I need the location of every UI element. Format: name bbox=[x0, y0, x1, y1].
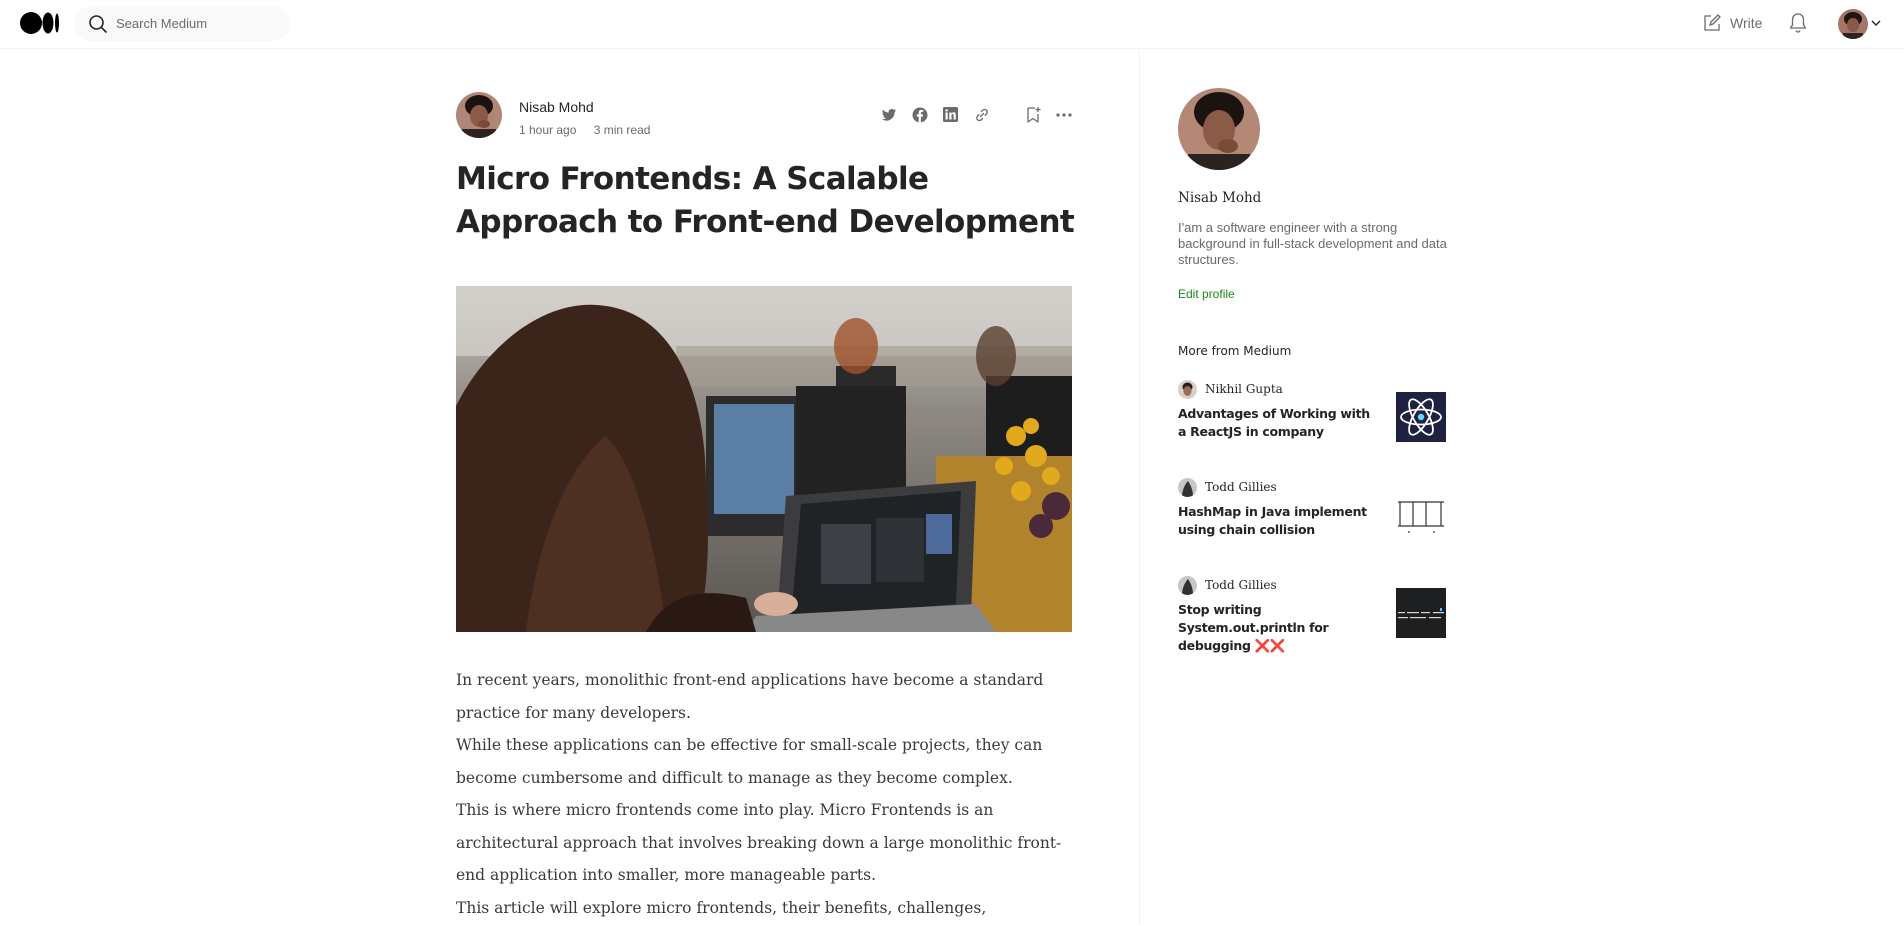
article-title: Micro Frontends: A Scalable Approach to … bbox=[456, 161, 1075, 240]
author-avatar-image bbox=[456, 92, 502, 138]
recommendation-item[interactable]: Nikhil Gupta Advantages of Working with … bbox=[1178, 380, 1448, 450]
twitter-share-button[interactable] bbox=[880, 106, 897, 123]
terminal-output-icon bbox=[1396, 588, 1446, 638]
profile-avatar[interactable] bbox=[1178, 88, 1260, 170]
rec-title[interactable]: Advantages of Working with a ReactJS in … bbox=[1178, 405, 1378, 441]
sidebar-divider bbox=[1139, 50, 1140, 925]
facebook-icon bbox=[912, 107, 927, 122]
search-box[interactable] bbox=[74, 6, 290, 41]
more-options-button[interactable] bbox=[1055, 106, 1072, 123]
search-input[interactable] bbox=[114, 6, 284, 41]
search-icon bbox=[89, 15, 107, 33]
rec-author-avatar bbox=[1178, 380, 1197, 399]
profile-bio: I'am a software engineer with a strong b… bbox=[1178, 220, 1447, 267]
article-hero-image bbox=[456, 286, 1072, 632]
user-avatar[interactable] bbox=[1838, 9, 1868, 39]
profile-avatar-image bbox=[1178, 88, 1260, 170]
article-paragraph: While these applications can be effectiv… bbox=[456, 736, 1043, 787]
edit-profile-link[interactable]: Edit profile bbox=[1178, 287, 1235, 301]
react-logo-icon bbox=[1396, 392, 1446, 442]
rec-title[interactable]: Stop writing System.out.println for debu… bbox=[1178, 601, 1378, 655]
article-meta: 1 hour ago 3 min read bbox=[519, 123, 650, 137]
copy-link-button[interactable] bbox=[973, 106, 990, 123]
rec-thumbnail bbox=[1396, 490, 1446, 540]
rec-author-name[interactable]: Todd Gillies bbox=[1205, 480, 1277, 494]
rec-author-avatar-image bbox=[1178, 576, 1197, 595]
rec-author-avatar-image bbox=[1178, 478, 1197, 497]
author-avatar[interactable] bbox=[456, 92, 502, 138]
more-horizontal-icon bbox=[1055, 112, 1072, 117]
rec-author-avatar bbox=[1178, 576, 1197, 595]
rec-title[interactable]: HashMap in Java implement using chain co… bbox=[1178, 503, 1378, 539]
article-paragraph: In recent years, monolithic front-end ap… bbox=[456, 671, 1044, 722]
published-time: 1 hour ago bbox=[519, 123, 577, 137]
bookmark-add-icon bbox=[1026, 106, 1040, 123]
author-name[interactable]: Nisab Mohd bbox=[519, 99, 594, 115]
recommendation-item[interactable]: Todd Gillies HashMap in Java implement u… bbox=[1178, 478, 1448, 548]
rec-author-avatar-image bbox=[1178, 380, 1197, 399]
bookmark-button[interactable] bbox=[1024, 106, 1041, 123]
recommendation-item[interactable]: Todd Gillies Stop writing System.out.pri… bbox=[1178, 576, 1448, 653]
write-button[interactable]: Write bbox=[1702, 12, 1762, 34]
link-icon bbox=[975, 108, 988, 121]
notifications-bell-icon[interactable] bbox=[1788, 12, 1808, 34]
write-label: Write bbox=[1730, 15, 1763, 31]
author-row: Nisab Mohd 1 hour ago 3 min read bbox=[456, 92, 1072, 140]
profile-name[interactable]: Nisab Mohd bbox=[1178, 190, 1261, 206]
article-body: In recent years, monolithic front-end ap… bbox=[456, 664, 1076, 924]
article-paragraph: This is where micro frontends come into … bbox=[456, 801, 1062, 884]
linkedin-icon bbox=[943, 107, 958, 122]
medium-logo[interactable] bbox=[20, 12, 60, 34]
rec-author-avatar bbox=[1178, 478, 1197, 497]
facebook-share-button[interactable] bbox=[911, 106, 928, 123]
share-actions bbox=[880, 106, 1072, 123]
twitter-icon bbox=[881, 108, 896, 121]
top-bar: Write bbox=[0, 0, 1904, 49]
more-from-medium-heading: More from Medium bbox=[1178, 344, 1292, 358]
chevron-down-icon[interactable] bbox=[1871, 19, 1881, 27]
article-header: Nisab Mohd 1 hour ago 3 min read bbox=[456, 92, 1072, 140]
linkedin-share-button[interactable] bbox=[942, 106, 959, 123]
office-photo-illustration bbox=[456, 286, 1072, 632]
hashmap-diagram-icon bbox=[1396, 490, 1446, 540]
rec-author-name[interactable]: Nikhil Gupta bbox=[1205, 382, 1283, 396]
article-paragraph: This article will explore micro frontend… bbox=[456, 898, 987, 917]
write-icon bbox=[1704, 14, 1721, 31]
user-avatar-image bbox=[1838, 9, 1868, 39]
rec-thumbnail bbox=[1396, 392, 1446, 442]
rec-author-name[interactable]: Todd Gillies bbox=[1205, 578, 1277, 592]
rec-thumbnail bbox=[1396, 588, 1446, 638]
read-time: 3 min read bbox=[593, 123, 651, 137]
